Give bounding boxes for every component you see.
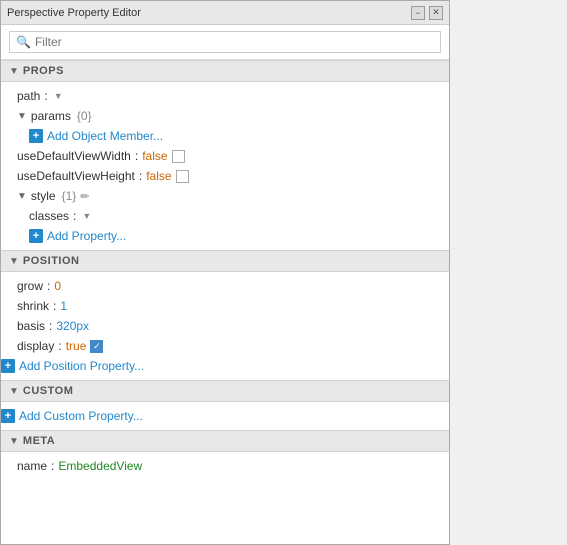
prop-params: ▼ params {0} [1, 106, 449, 126]
prop-shrink-colon: : [53, 299, 56, 313]
add-object-member-label: Add Object Member... [47, 129, 163, 143]
prop-udw-checkbox[interactable] [172, 150, 185, 163]
prop-udw-colon: : [135, 149, 138, 163]
prop-display-checkbox[interactable] [90, 340, 103, 353]
add-custom-property-row[interactable]: + Add Custom Property... [1, 406, 449, 426]
minimize-button[interactable]: − [411, 6, 425, 20]
prop-udvh-name: useDefaultViewHeight [17, 169, 135, 183]
add-custom-property-label: Add Custom Property... [19, 409, 143, 423]
add-position-property-row[interactable]: + Add Position Property... [1, 356, 449, 376]
prop-basis-value: 320px [56, 319, 89, 333]
prop-path: path : ▼ [1, 86, 449, 106]
prop-display-colon: : [58, 339, 61, 353]
window-title: Perspective Property Editor [7, 7, 141, 19]
prop-meta-name-value: EmbeddedView [58, 459, 142, 473]
add-object-member-row[interactable]: + Add Object Member... [1, 126, 449, 146]
prop-style-toggle[interactable]: ▼ [17, 191, 27, 202]
search-bar: 🔍 [1, 25, 449, 60]
prop-use-default-view-width: useDefaultViewWidth : false [1, 146, 449, 166]
title-bar: Perspective Property Editor − ✕ [1, 1, 449, 25]
perspective-property-editor: Perspective Property Editor − ✕ 🔍 ▼ PROP… [0, 0, 450, 545]
prop-grow-name: grow [17, 279, 43, 293]
prop-shrink-name: shrink [17, 299, 49, 313]
meta-toggle[interactable]: ▼ [9, 436, 19, 447]
prop-classes-colon: : [73, 209, 76, 223]
prop-shrink-value: 1 [60, 299, 67, 313]
position-section-body: grow : 0 shrink : 1 basis : 320px displa… [1, 272, 449, 380]
props-section-header: ▼ PROPS [1, 60, 449, 82]
position-toggle[interactable]: ▼ [9, 256, 19, 267]
add-object-member-icon: + [29, 129, 43, 143]
meta-section-body: name : EmbeddedView [1, 452, 449, 480]
position-label: POSITION [23, 255, 80, 267]
add-property-label: Add Property... [47, 229, 126, 243]
prop-name: name : EmbeddedView [1, 456, 449, 476]
prop-display: display : true [1, 336, 449, 356]
prop-params-count: {0} [77, 109, 92, 123]
prop-udvh-colon: : [139, 169, 142, 183]
prop-params-name: params [31, 109, 71, 123]
add-property-icon: + [29, 229, 43, 243]
prop-style-count: {1} [62, 189, 77, 203]
add-position-property-icon: + [1, 359, 15, 373]
prop-basis-name: basis [17, 319, 45, 333]
custom-section-body: + Add Custom Property... [1, 402, 449, 430]
prop-path-dropdown[interactable]: ▼ [54, 91, 63, 101]
prop-path-colon: : [44, 89, 47, 103]
prop-display-value: true [66, 339, 87, 353]
meta-section-header: ▼ META [1, 430, 449, 452]
prop-use-default-view-height: useDefaultViewHeight : false [1, 166, 449, 186]
prop-grow: grow : 0 [1, 276, 449, 296]
props-section-body: path : ▼ ▼ params {0} + Add Object Membe… [1, 82, 449, 250]
prop-udvh-checkbox[interactable] [176, 170, 189, 183]
position-section-header: ▼ POSITION [1, 250, 449, 272]
prop-classes: classes : ▼ [1, 206, 449, 226]
prop-classes-name: classes [29, 209, 69, 223]
prop-udw-value: false [142, 149, 167, 163]
prop-meta-name-key: name [17, 459, 47, 473]
add-custom-property-icon: + [1, 409, 15, 423]
custom-label: CUSTOM [23, 385, 73, 397]
prop-udw-name: useDefaultViewWidth [17, 149, 131, 163]
window-controls: − ✕ [411, 6, 443, 20]
prop-meta-name-colon: : [51, 459, 54, 473]
prop-basis: basis : 320px [1, 316, 449, 336]
meta-label: META [23, 435, 55, 447]
search-icon: 🔍 [16, 35, 31, 49]
props-toggle[interactable]: ▼ [9, 66, 19, 77]
prop-shrink: shrink : 1 [1, 296, 449, 316]
props-label: PROPS [23, 65, 64, 77]
add-property-row[interactable]: + Add Property... [1, 226, 449, 246]
custom-section-header: ▼ CUSTOM [1, 380, 449, 402]
prop-style-name: style [31, 189, 56, 203]
close-button[interactable]: ✕ [429, 6, 443, 20]
content-area: ▼ PROPS path : ▼ ▼ params {0} + Add Obje… [1, 60, 449, 544]
prop-grow-value: 0 [54, 279, 61, 293]
search-wrapper: 🔍 [9, 31, 441, 53]
prop-params-toggle[interactable]: ▼ [17, 111, 27, 122]
prop-style-edit-icon[interactable]: ✏ [80, 190, 89, 203]
prop-style: ▼ style {1} ✏ [1, 186, 449, 206]
add-position-property-label: Add Position Property... [19, 359, 144, 373]
prop-basis-colon: : [49, 319, 52, 333]
prop-classes-dropdown[interactable]: ▼ [82, 211, 91, 221]
prop-udvh-value: false [146, 169, 171, 183]
search-input[interactable] [35, 35, 434, 49]
prop-grow-colon: : [47, 279, 50, 293]
prop-display-name: display [17, 339, 54, 353]
prop-path-name: path [17, 89, 40, 103]
custom-toggle[interactable]: ▼ [9, 386, 19, 397]
